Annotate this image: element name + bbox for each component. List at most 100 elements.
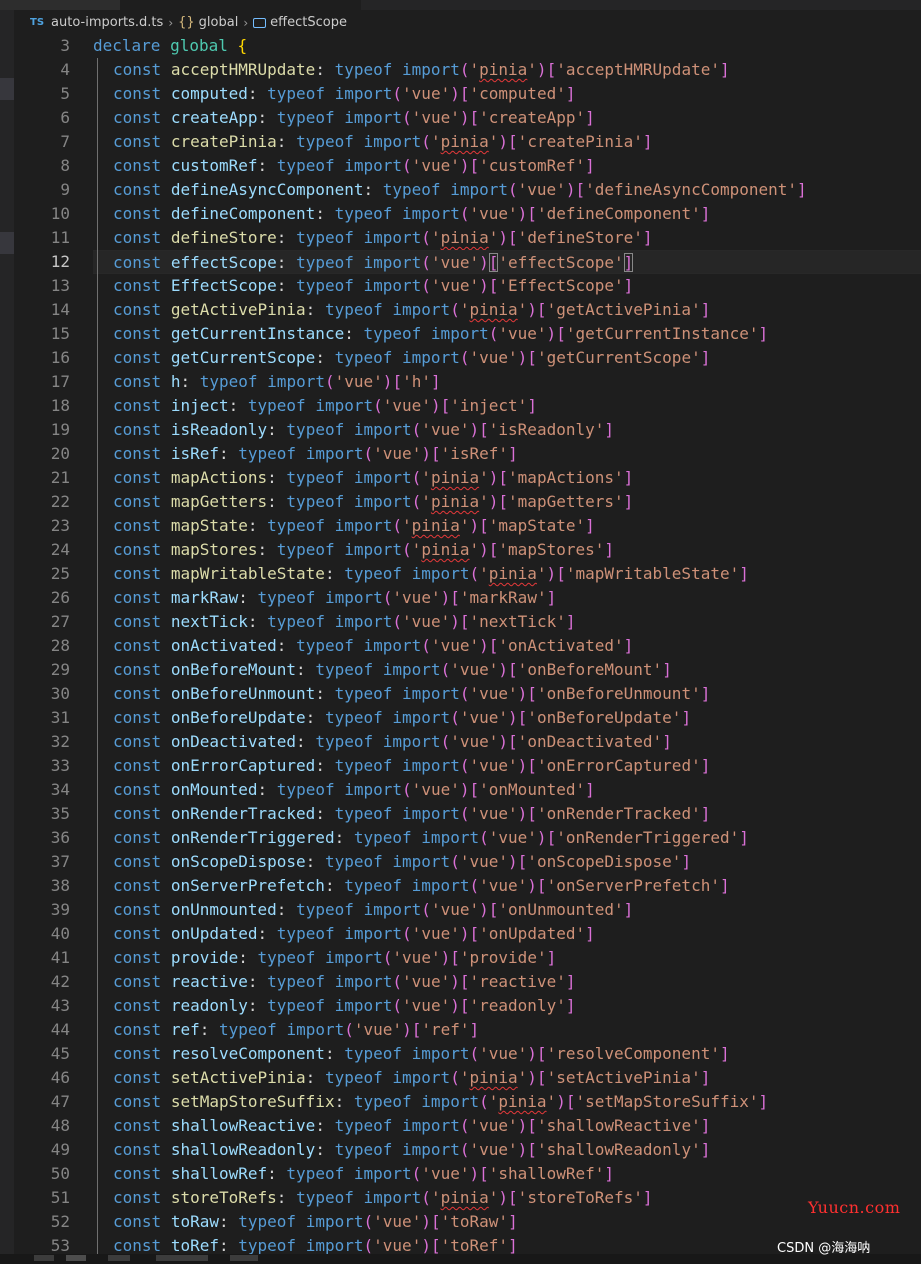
code-line[interactable]: const mapGetters: typeof import('pinia')…	[93, 490, 921, 514]
colon: :	[305, 300, 316, 319]
code-line[interactable]: const onUnmounted: typeof import('vue')[…	[93, 898, 921, 922]
code-line[interactable]: const setMapStoreSuffix: typeof import('…	[93, 1090, 921, 1114]
bracket-close: ]	[565, 996, 576, 1015]
code-line[interactable]: const onBeforeUpdate: typeof import('vue…	[93, 706, 921, 730]
module-name: 'vue'	[373, 1212, 422, 1231]
module-name-text: vue	[508, 324, 537, 343]
code-line[interactable]: const isRef: typeof import('vue')['isRef…	[93, 442, 921, 466]
colon: :	[315, 204, 325, 223]
paren-close: )	[517, 1116, 528, 1135]
module-name-text: vue	[440, 253, 470, 272]
code-line[interactable]: const onScopeDispose: typeof import('vue…	[93, 850, 921, 874]
code-line[interactable]: const onDeactivated: typeof import('vue'…	[93, 730, 921, 754]
member-key: 'getCurrentScope'	[536, 348, 701, 367]
paren-open: (	[440, 660, 451, 679]
keyword-import: import	[402, 804, 460, 823]
paren-close: )	[517, 204, 528, 223]
code-line[interactable]: const effectScope: typeof import('vue')[…	[93, 250, 921, 274]
code-line[interactable]: const setActivePinia: typeof import('pin…	[93, 1066, 921, 1090]
code-line[interactable]: const onBeforeMount: typeof import('vue'…	[93, 658, 921, 682]
code-line[interactable]: const acceptHMRUpdate: typeof import('pi…	[93, 58, 921, 82]
colon: :	[257, 540, 268, 559]
module-name-text: vue	[421, 156, 451, 175]
code-line[interactable]: const onMounted: typeof import('vue')['o…	[93, 778, 921, 802]
code-line[interactable]: const mapWritableState: typeof import('p…	[93, 562, 921, 586]
code-line[interactable]: const nextTick: typeof import('vue')['ne…	[93, 610, 921, 634]
paren-open: (	[479, 1092, 489, 1111]
bracket-open: [	[459, 996, 470, 1015]
bracket-close: ]	[585, 924, 595, 943]
code-line[interactable]: const toRaw: typeof import('vue')['toRaw…	[93, 1210, 921, 1234]
code-line[interactable]: const mapState: typeof import('pinia')['…	[93, 514, 921, 538]
breadcrumb-namespace[interactable]: global	[199, 15, 239, 30]
module-name: 'vue'	[469, 804, 518, 823]
colon: :	[238, 948, 248, 967]
code-line[interactable]: const reactive: typeof import('vue')['re…	[93, 970, 921, 994]
code-line[interactable]: const onErrorCaptured: typeof import('vu…	[93, 754, 921, 778]
paren-close: )	[440, 588, 451, 607]
code-line[interactable]: const createApp: typeof import('vue')['c…	[93, 106, 921, 130]
module-name-text: pinia	[430, 468, 480, 487]
chevron-right-icon: ›	[168, 15, 174, 30]
code-line[interactable]: const mapStores: typeof import('pinia')[…	[93, 538, 921, 562]
code-line[interactable]: const mapActions: typeof import('pinia')…	[93, 466, 921, 490]
code-line[interactable]: const inject: typeof import('vue')['inje…	[93, 394, 921, 418]
keyword-import: import	[392, 852, 451, 871]
code-line[interactable]: const getActivePinia: typeof import('pin…	[93, 298, 921, 322]
member-key: 'customRef'	[479, 156, 586, 175]
keyword-typeof: typeof	[324, 1068, 383, 1087]
code-line[interactable]: const getCurrentScope: typeof import('vu…	[93, 346, 921, 370]
line-number: 6	[60, 108, 70, 127]
code-line[interactable]: const storeToRefs: typeof import('pinia'…	[93, 1186, 921, 1210]
code-line[interactable]: const shallowReactive: typeof import('vu…	[93, 1114, 921, 1138]
colon: :	[324, 564, 335, 583]
code-line[interactable]: declare global {	[93, 34, 921, 58]
breadcrumb-symbol[interactable]: effectScope	[270, 15, 347, 30]
code-line[interactable]: const onBeforeUnmount: typeof import('vu…	[93, 682, 921, 706]
code-line[interactable]: const defineStore: typeof import('pinia'…	[93, 226, 921, 250]
paren-open: (	[411, 468, 422, 487]
code-line[interactable]: const shallowRef: typeof import('vue')['…	[93, 1162, 921, 1186]
editor-tab[interactable]	[0, 0, 121, 10]
code-line[interactable]: const h: typeof import('vue')['h']	[93, 370, 921, 394]
code-line[interactable]: const defineAsyncComponent: typeof impor…	[93, 178, 921, 202]
module-name: 'vue'	[469, 204, 518, 223]
line-number: 33	[50, 756, 70, 775]
line-number: 15	[50, 324, 70, 343]
identifier: mapGetters	[170, 492, 268, 511]
identifier: readonly	[170, 996, 248, 1015]
paren-close: )	[498, 732, 509, 751]
line-number: 13	[50, 276, 70, 295]
member-key: 'getCurrentInstance'	[565, 324, 759, 343]
code-line[interactable]: const provide: typeof import('vue')['pro…	[93, 946, 921, 970]
breadcrumb-file[interactable]: auto-imports.d.ts	[51, 15, 163, 30]
code-line[interactable]: const EffectScope: typeof import('vue')[…	[93, 274, 921, 298]
code-line[interactable]: const shallowReadonly: typeof import('vu…	[93, 1138, 921, 1162]
code-line[interactable]: const onRenderTracked: typeof import('vu…	[93, 802, 921, 826]
code-line[interactable]: const customRef: typeof import('vue')['c…	[93, 154, 921, 178]
code-line[interactable]: const markRaw: typeof import('vue')['mar…	[93, 586, 921, 610]
code-line[interactable]: const defineComponent: typeof import('vu…	[93, 202, 921, 226]
code-line[interactable]: const ref: typeof import('vue')['ref']	[93, 1018, 921, 1042]
code-line[interactable]: const onUpdated: typeof import('vue')['o…	[93, 922, 921, 946]
editor-tab-active[interactable]	[120, 0, 361, 10]
code-line[interactable]: const onRenderTriggered: typeof import('…	[93, 826, 921, 850]
module-name-text: pinia	[411, 516, 460, 535]
code-line[interactable]: const readonly: typeof import('vue')['re…	[93, 994, 921, 1018]
code-line[interactable]: const onActivated: typeof import('vue')[…	[93, 634, 921, 658]
code-line[interactable]: const computed: typeof import('vue')['co…	[93, 82, 921, 106]
code-line[interactable]: const isReadonly: typeof import('vue')['…	[93, 418, 921, 442]
colon: :	[257, 108, 268, 127]
code-line[interactable]: const resolveComponent: typeof import('v…	[93, 1042, 921, 1066]
module-name-text: vue	[440, 900, 470, 919]
code-editor[interactable]: 3 4 5 6 7 8 9 10 11 12 13 14 15 16 17 18 19 20 21 22 23 24 25 2…	[14, 34, 921, 1254]
code-line[interactable]: const createPinia: typeof import('pinia'…	[93, 130, 921, 154]
activity-item[interactable]	[0, 232, 14, 254]
code-line[interactable]: const getCurrentInstance: typeof import(…	[93, 322, 921, 346]
code-line[interactable]: const onServerPrefetch: typeof import('v…	[93, 874, 921, 898]
paren-open: (	[373, 396, 383, 415]
activity-item[interactable]	[0, 78, 14, 100]
keyword-typeof: typeof	[267, 84, 325, 103]
identifier: createPinia	[170, 132, 277, 151]
bracket-close: ]	[642, 1188, 653, 1207]
